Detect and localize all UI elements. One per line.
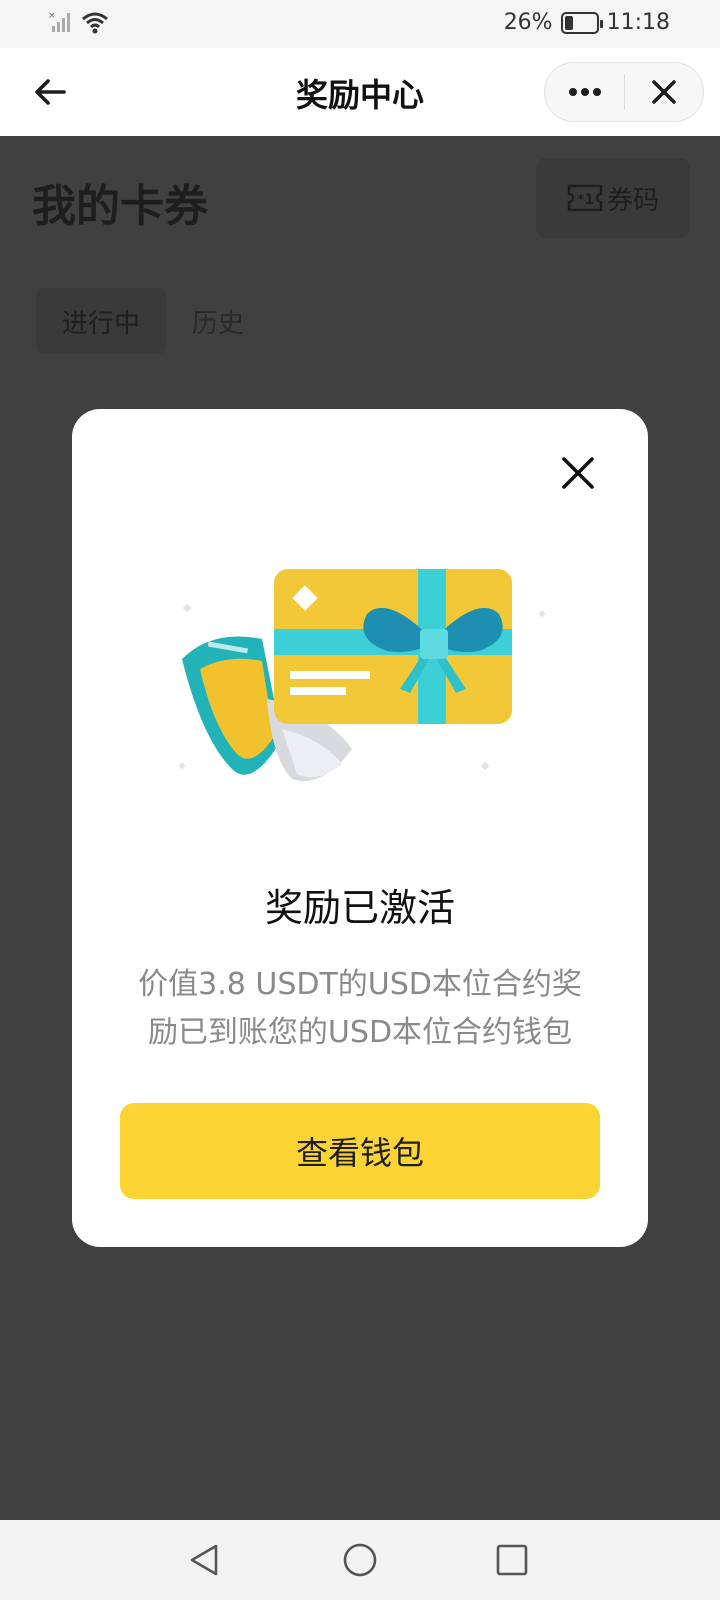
battery-percent: 26% [503, 10, 553, 35]
close-miniprogram-button[interactable] [625, 63, 703, 121]
modal-title: 奖励已激活 [264, 886, 455, 930]
tab-history[interactable]: 历史 [166, 288, 270, 354]
clock: 11:18 [606, 10, 670, 35]
svg-text:*1: *1 [577, 192, 594, 208]
tabs: 进行中 历史 [36, 288, 270, 354]
battery-fill [564, 15, 573, 30]
modal-close-icon[interactable] [560, 455, 596, 491]
signal-icon: × [48, 11, 70, 32]
wifi-icon [82, 12, 108, 34]
screen: × 26% 11:18 奖励中心 我的卡券 *1 券码 进行中 历史 奖励已激活… [0, 0, 720, 1600]
system-nav-bar [0, 1520, 720, 1600]
mini-program-capsule [544, 62, 704, 122]
voucher-code-label: 券码 [606, 185, 659, 216]
voucher-icon: *1 [567, 184, 603, 212]
more-button[interactable] [545, 63, 624, 121]
home-circle-icon[interactable] [342, 1542, 378, 1578]
more-icon [568, 88, 601, 96]
reward-activated-modal: 奖励已激活 价值3.8 USDT的USD本位合约奖励已到账您的USD本位合约钱包… [72, 409, 648, 1247]
page-title: 我的卡券 [32, 181, 208, 232]
tab-ongoing[interactable]: 进行中 [36, 288, 167, 354]
modal-description: 价值3.8 USDT的USD本位合约奖励已到账您的USD本位合约钱包 [138, 967, 582, 1050]
recents-square-icon[interactable] [494, 1542, 530, 1578]
back-triangle-icon[interactable] [186, 1542, 222, 1578]
status-icons-left: × [48, 10, 110, 34]
voucher-code-button[interactable]: *1 券码 [536, 158, 690, 238]
battery-icon [560, 11, 603, 34]
svg-text:×: × [48, 11, 56, 21]
view-wallet-button[interactable]: 查看钱包 [120, 1103, 600, 1199]
nav-bar: 奖励中心 [0, 48, 720, 136]
close-icon [652, 80, 676, 104]
gift-card-illustration [178, 569, 546, 781]
status-right: 26% 11:18 [504, 10, 670, 35]
status-bar: × 26% 11:18 [0, 0, 720, 48]
